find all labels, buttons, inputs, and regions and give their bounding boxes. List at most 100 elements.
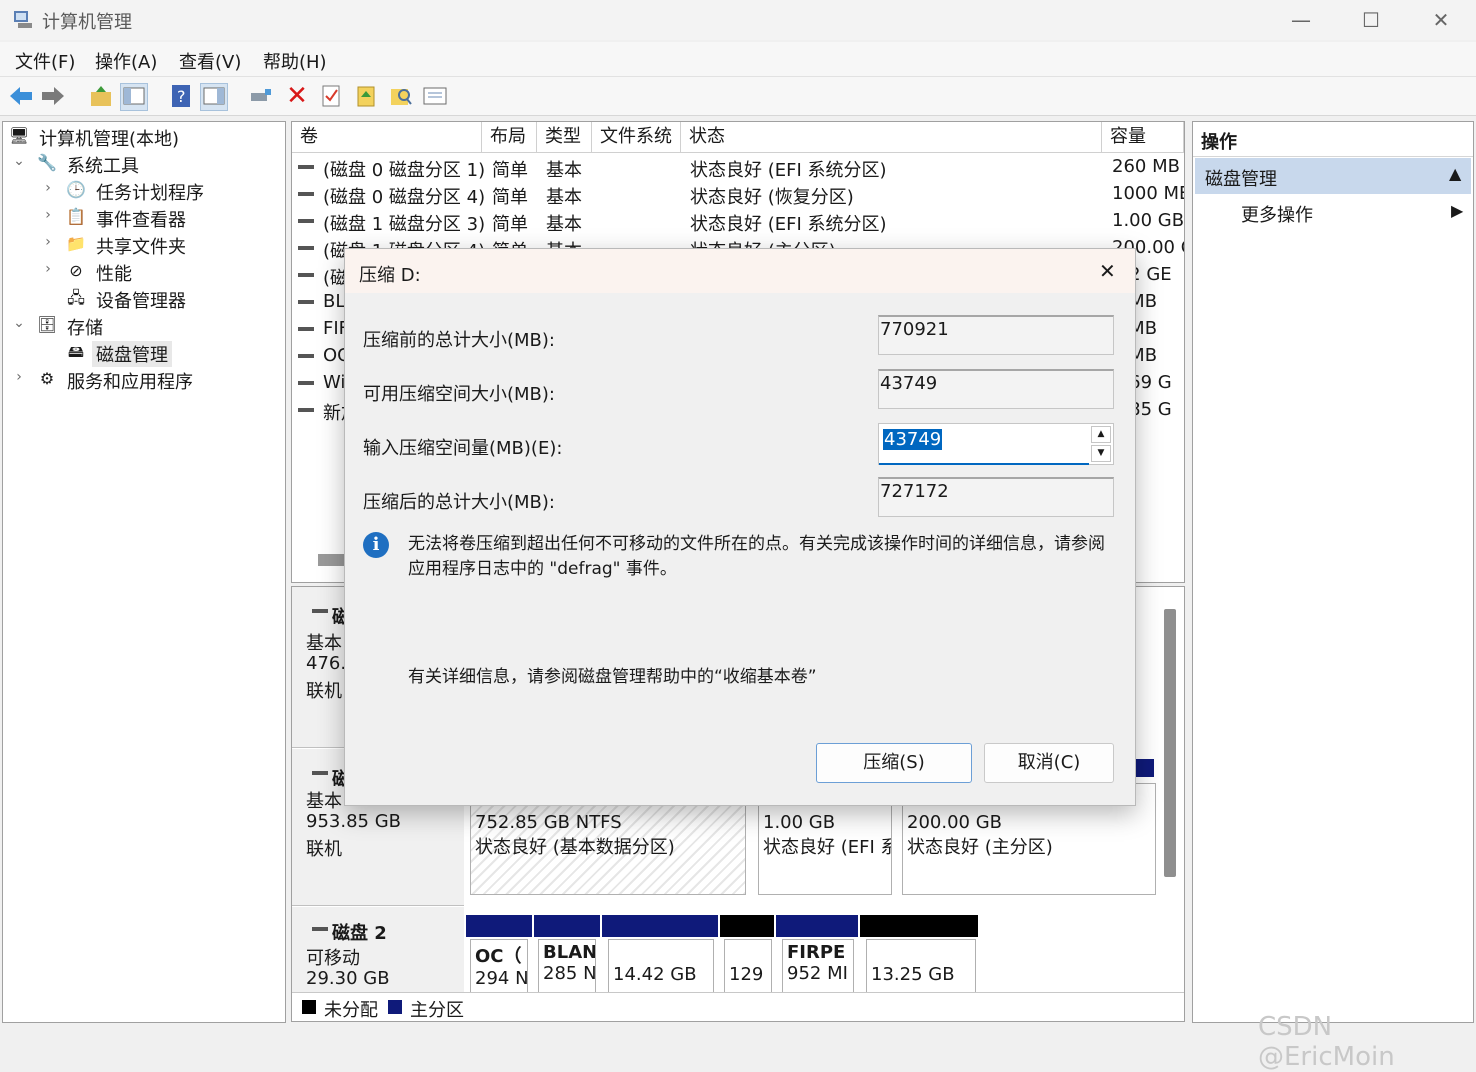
window-title: 计算机管理 xyxy=(42,12,132,33)
disk-icon xyxy=(312,771,328,775)
tree-item-task-scheduler[interactable]: › 🕒 任务计划程序 xyxy=(3,178,283,204)
partition-name xyxy=(613,942,709,964)
spin-down-icon[interactable]: ▼ xyxy=(1091,445,1111,462)
tree-label: 性能 xyxy=(96,264,132,285)
partition-unallocated[interactable]: 129 xyxy=(724,939,772,995)
app-icon xyxy=(12,8,34,30)
tree-item-event-viewer[interactable]: › 📋 事件查看器 xyxy=(3,205,283,231)
watermark-text: CSDN @EricMoin xyxy=(1258,1012,1395,1072)
partition-blank[interactable]: BLAN 285 N xyxy=(538,939,596,995)
more-actions-label: 更多操作 xyxy=(1241,205,1313,226)
partition-unallocated[interactable]: 13.25 GB xyxy=(866,939,976,995)
chevron-down-icon[interactable]: ⌄ xyxy=(12,153,26,169)
delete-icon[interactable]: ✕ xyxy=(284,83,310,109)
partition-unnamed[interactable]: 14.42 GB xyxy=(608,939,714,995)
disk-name: 磁盘 2 xyxy=(332,923,387,944)
chevron-right-icon[interactable]: › xyxy=(12,369,26,385)
shrink-button[interactable]: 压缩(S) xyxy=(816,743,972,783)
back-arrow-icon[interactable] xyxy=(8,83,34,109)
collapse-up-icon[interactable]: ▲ xyxy=(1449,164,1461,183)
cell-capacity: 1.00 GB xyxy=(1112,210,1185,231)
show-hide-tree-icon[interactable] xyxy=(120,83,148,111)
partition-oc[interactable]: OC（ 294 N xyxy=(470,939,528,995)
volume-icon xyxy=(298,192,314,196)
total-before-label: 压缩前的总计大小(MB): xyxy=(363,330,555,351)
disk-state: 联机 xyxy=(306,839,342,860)
connect-drive-icon[interactable] xyxy=(248,83,274,109)
tree-label: 服务和应用程序 xyxy=(67,372,193,393)
partition-size: 285 N xyxy=(543,963,596,984)
cell-status: 状态良好 (EFI 系统分区) xyxy=(690,214,887,235)
shrink-amount-stepper[interactable]: 43749 ▲ ▼ xyxy=(878,423,1114,465)
tree-item-storage[interactable]: ⌄ 🗄 存储 xyxy=(3,313,283,339)
spin-up-icon[interactable]: ▲ xyxy=(1091,426,1111,443)
partition-name xyxy=(729,942,767,964)
maximize-button[interactable]: ☐ xyxy=(1356,8,1386,32)
table-row[interactable]: (磁盘 0 磁盘分区 1) 简单 基本 状态良好 (EFI 系统分区) 260 … xyxy=(292,154,1180,181)
primary-partition-bar xyxy=(602,915,718,937)
chevron-down-icon[interactable]: ⌄ xyxy=(12,315,26,331)
tree-item-computer-management[interactable]: 🖥 计算机管理(本地) xyxy=(3,124,283,150)
column-header-capacity[interactable]: 容量 xyxy=(1102,122,1184,152)
forward-arrow-icon[interactable] xyxy=(40,83,66,109)
tree-item-system-tools[interactable]: ⌄ 🔧 系统工具 xyxy=(3,151,283,177)
column-header-filesystem[interactable]: 文件系统 xyxy=(592,122,681,152)
shared-folder-icon: 📁 xyxy=(66,234,86,253)
disk-icon xyxy=(312,609,328,613)
up-folder-icon[interactable] xyxy=(88,83,114,109)
unallocated-bar xyxy=(860,915,978,937)
column-header-type[interactable]: 类型 xyxy=(537,122,592,152)
cell-volume: Wi xyxy=(323,372,346,393)
table-row[interactable]: (磁盘 1 磁盘分区 3) 简单 基本 状态良好 (EFI 系统分区) 1.00… xyxy=(292,208,1184,235)
table-row[interactable]: (磁盘 0 磁盘分区 4) 简单 基本 状态良好 (恢复分区) 1000 ME xyxy=(292,181,1184,208)
chevron-right-icon[interactable]: › xyxy=(41,234,55,250)
menu-bar: 文件(F) 操作(A) 查看(V) 帮助(H) xyxy=(0,42,1476,77)
partition-size: 129 xyxy=(729,964,764,985)
chevron-right-icon[interactable]: › xyxy=(41,261,55,277)
column-header-volume[interactable]: 卷 xyxy=(292,122,482,152)
search-folder-icon[interactable] xyxy=(388,83,414,109)
tree-item-shared-folders[interactable]: › 📁 共享文件夹 xyxy=(3,232,283,258)
cell-capacity: 260 MB xyxy=(1112,156,1180,177)
close-window-button[interactable]: ✕ xyxy=(1426,8,1456,32)
dialog-close-button[interactable]: ✕ xyxy=(1099,259,1116,283)
cell-status: 状态良好 (EFI 系统分区) xyxy=(690,160,887,181)
tree-item-device-manager[interactable]: 🖧 设备管理器 xyxy=(3,286,283,312)
tree-item-services-apps[interactable]: › ⚙ 服务和应用程序 xyxy=(3,367,283,393)
show-hide-action-pane-icon[interactable] xyxy=(200,83,228,111)
menu-file[interactable]: 文件(F) xyxy=(15,48,75,74)
chevron-right-icon[interactable]: › xyxy=(41,207,55,223)
help-icon[interactable]: ? xyxy=(168,83,194,109)
menu-action[interactable]: 操作(A) xyxy=(95,48,157,74)
actions-section-disk-management[interactable]: 磁盘管理 ▲ xyxy=(1195,158,1471,194)
disk-2-info[interactable]: 磁盘 2 可移动 29.30 GB xyxy=(292,907,464,997)
chevron-right-icon[interactable]: › xyxy=(41,180,55,196)
properties-icon[interactable] xyxy=(318,83,344,109)
actions-more-operations[interactable]: 更多操作 ▶ xyxy=(1195,196,1471,228)
export-list-icon[interactable] xyxy=(354,83,380,109)
partition-firpe[interactable]: FIRPE 952 MI xyxy=(782,939,854,995)
cell-layout: 简单 xyxy=(492,160,528,181)
column-header-status[interactable]: 状态 xyxy=(681,122,1102,152)
partition-size: 200.00 GB xyxy=(907,812,1003,833)
partition-size: 294 N xyxy=(475,968,528,989)
primary-partition-bar xyxy=(534,915,600,937)
cancel-button[interactable]: 取消(C) xyxy=(984,743,1114,783)
unallocated-bar xyxy=(720,915,774,937)
menu-view[interactable]: 查看(V) xyxy=(179,48,241,74)
volume-icon xyxy=(298,246,314,250)
tree-item-performance[interactable]: › ⊘ 性能 xyxy=(3,259,283,285)
settings-list-icon[interactable] xyxy=(422,83,448,109)
menu-help[interactable]: 帮助(H) xyxy=(263,48,327,74)
partition-size: 1.00 GB xyxy=(763,812,836,833)
tree-label: 共享文件夹 xyxy=(96,237,186,258)
volume-icon xyxy=(298,300,314,304)
cell-type: 基本 xyxy=(546,214,582,235)
shrink-amount-input[interactable]: 43749 xyxy=(883,429,943,450)
minimize-button[interactable]: — xyxy=(1286,8,1316,32)
vertical-scrollbar-thumb[interactable] xyxy=(1164,609,1176,877)
cell-type: 基本 xyxy=(546,187,582,208)
partition-name: FIRPE xyxy=(787,942,846,963)
column-header-layout[interactable]: 布局 xyxy=(482,122,537,152)
tree-item-disk-management[interactable]: 🖴 磁盘管理 xyxy=(3,340,283,367)
